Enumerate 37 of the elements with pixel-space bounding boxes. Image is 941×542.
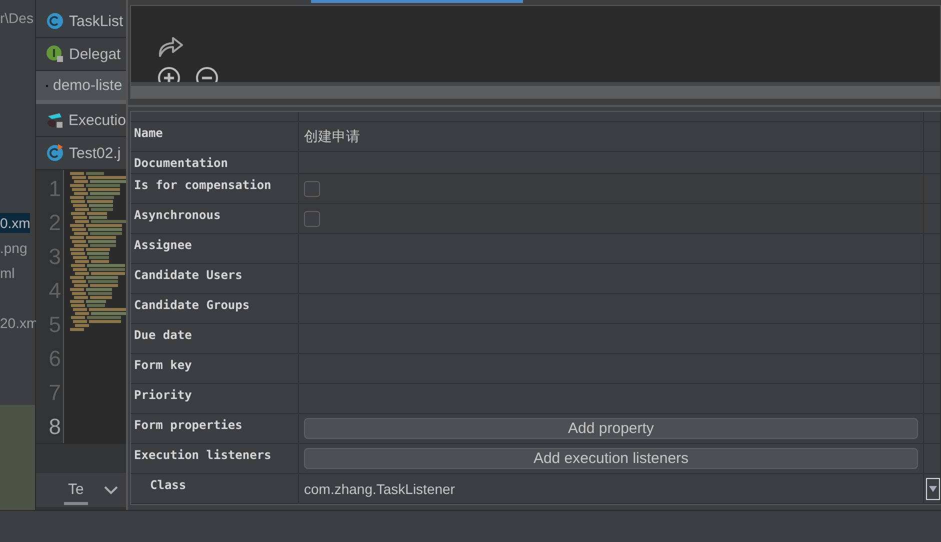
add-button[interactable]: Add execution listeners xyxy=(304,448,918,469)
interface-locked-icon xyxy=(46,45,64,63)
property-label: Documentation xyxy=(134,156,228,170)
property-label: Due date xyxy=(134,328,192,342)
listener-locked-icon xyxy=(46,111,64,129)
file-tree-item[interactable]: 0.xm xyxy=(0,212,30,232)
property-label: Priority xyxy=(134,388,192,402)
property-label: Asynchronous xyxy=(134,208,221,222)
class-run-icon xyxy=(46,144,64,162)
line-number: 8 xyxy=(48,413,62,441)
property-label: Candidate Users xyxy=(134,268,242,282)
add-button[interactable]: Add property xyxy=(304,418,918,439)
property-value[interactable]: com.zhang.TaskListener xyxy=(304,480,455,496)
chevron-down-icon[interactable] xyxy=(104,485,118,496)
dropdown-arrow-icon xyxy=(929,486,937,492)
redo-icon[interactable] xyxy=(157,34,185,58)
editor-tab[interactable]: demo-liste xyxy=(36,71,126,104)
checkbox[interactable] xyxy=(304,180,320,196)
property-label: Execution listeners xyxy=(134,448,272,462)
file-tree-item[interactable]: ml xyxy=(0,262,15,282)
class-icon xyxy=(46,12,64,30)
property-label: Class xyxy=(150,478,186,492)
property-label: Form properties xyxy=(134,418,242,432)
property-label: Form key xyxy=(134,358,192,372)
property-label: Name xyxy=(134,126,163,140)
property-label: Candidate Groups xyxy=(134,298,250,312)
zoom-out-icon[interactable] xyxy=(195,66,219,82)
property-label: Is for compensation xyxy=(134,178,272,192)
zoom-in-icon[interactable] xyxy=(157,66,181,82)
property-value[interactable]: 创建申请 xyxy=(304,128,360,146)
horizontal-scrollbar[interactable] xyxy=(131,82,940,98)
property-label: Assignee xyxy=(134,238,192,252)
file-tree-item[interactable]: .png xyxy=(0,238,28,258)
table-cell xyxy=(924,112,941,122)
file-tree-item[interactable]: r\Des xyxy=(0,8,34,28)
dropdown-button[interactable] xyxy=(926,478,940,500)
checkbox[interactable] xyxy=(304,210,320,226)
